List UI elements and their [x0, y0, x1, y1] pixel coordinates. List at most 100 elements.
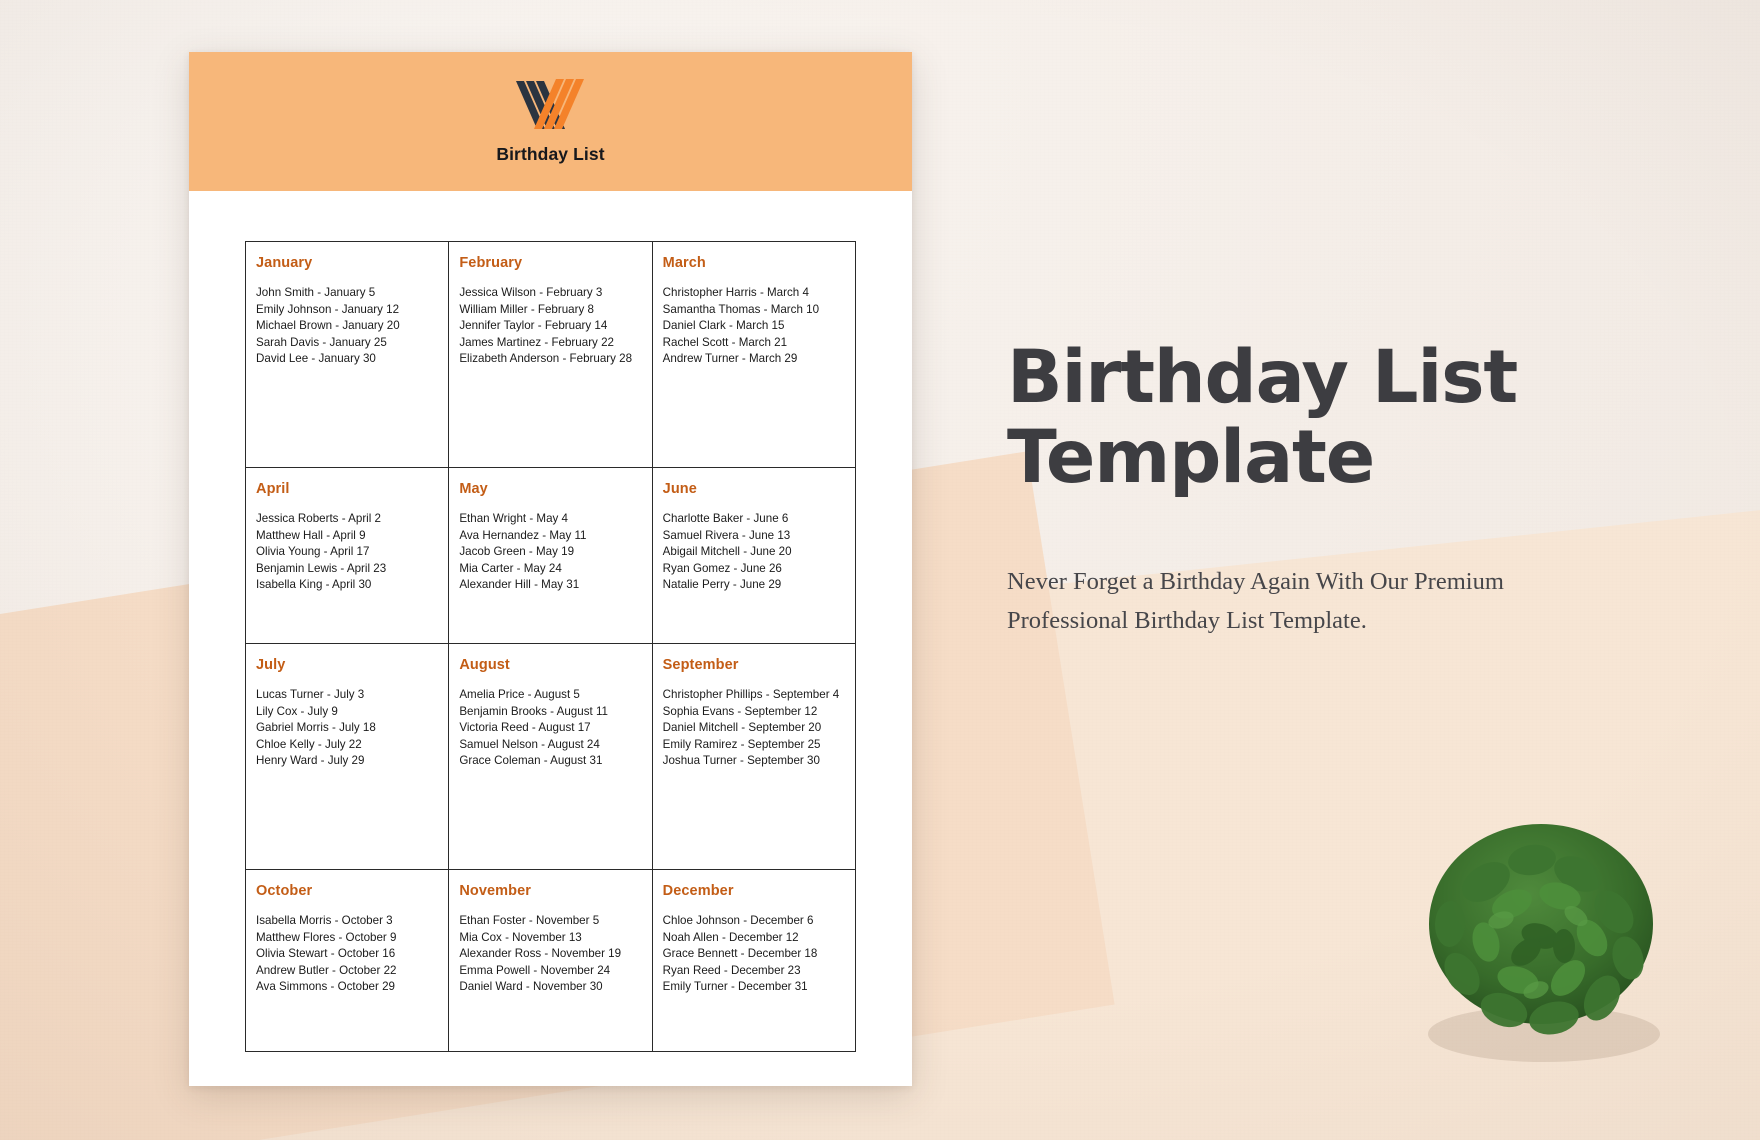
- document-header: Birthday List: [189, 52, 912, 191]
- list-item: Jennifer Taylor - February 14: [459, 319, 608, 333]
- list-item: Lily Cox - July 9: [256, 704, 338, 718]
- list-item: Ethan Foster - November 5: [459, 914, 600, 927]
- list-item: Matthew Hall - April 9: [256, 528, 366, 542]
- list-item: Ryan Reed - December 23: [662, 963, 801, 977]
- list-item: Ryan Gomez - June 26: [662, 561, 782, 575]
- list-item: Emily Turner - December 31: [662, 980, 808, 994]
- table-row: July Lucas Turner - July 3 Lily Cox - Ju…: [244, 643, 857, 870]
- month-entry-list: Christopher Harris - March 4 Samantha Th…: [663, 285, 845, 368]
- month-title: September: [662, 657, 739, 673]
- list-item: Mia Carter - May 24: [459, 561, 562, 575]
- month-entry-list: Amelia Price - August 5 Benjamin Brooks …: [459, 687, 641, 770]
- list-item: Daniel Ward - November 30: [459, 980, 603, 994]
- month-title: October: [256, 883, 313, 899]
- table-row: October Isabella Morris - October 3 Matt…: [244, 869, 857, 1052]
- list-item: Jessica Roberts - April 2: [256, 512, 382, 525]
- list-item: Victoria Reed - August 17: [459, 721, 591, 735]
- list-item: Emily Johnson - January 12: [256, 302, 400, 316]
- month-cell-april: April Jessica Roberts - April 2 Matthew …: [244, 467, 450, 644]
- list-item: Olivia Stewart - October 16: [256, 947, 396, 961]
- list-item: Abigail Mitchell - June 20: [662, 545, 792, 559]
- month-entry-list: Ethan Wright - May 4 Ava Hernandez - May…: [459, 511, 641, 594]
- list-item: Samuel Rivera - June 13: [662, 528, 791, 542]
- month-title: January: [256, 255, 313, 271]
- promo-subtitle: Never Forget a Birthday Again With Our P…: [1007, 568, 1504, 634]
- list-item: Andrew Turner - March 29: [662, 352, 798, 366]
- list-item: Sophia Evans - September 12: [662, 704, 818, 718]
- month-title: November: [459, 883, 532, 899]
- list-item: Natalie Perry - June 29: [662, 578, 782, 592]
- table-row: April Jessica Roberts - April 2 Matthew …: [244, 467, 857, 644]
- list-item: Ava Hernandez - May 11: [459, 528, 587, 542]
- list-item: William Miller - February 8: [459, 302, 594, 316]
- list-item: Isabella King - April 30: [256, 578, 372, 592]
- list-item: Gabriel Morris - July 18: [256, 721, 376, 735]
- list-item: Rachel Scott - March 21: [662, 335, 788, 349]
- list-item: Matthew Flores - October 9: [256, 930, 397, 944]
- month-title: May: [459, 481, 488, 497]
- month-title: August: [459, 657, 510, 673]
- list-item: Michael Brown - January 20: [256, 319, 400, 333]
- list-item: John Smith - January 5: [256, 286, 376, 299]
- list-item: Emma Powell - November 24: [459, 963, 611, 977]
- promo-panel: Birthday List Template Never Forget a Bi…: [1007, 338, 1667, 665]
- month-cell-december: December Chloe Johnson - December 6 Noah…: [651, 869, 857, 1052]
- list-item: Isabella Morris - October 3: [256, 914, 393, 927]
- list-item: Joshua Turner - September 30: [662, 754, 820, 768]
- list-item: Olivia Young - April 17: [256, 545, 370, 559]
- month-cell-november: November Ethan Foster - November 5 Mia C…: [448, 869, 653, 1052]
- list-item: Daniel Clark - March 15: [662, 319, 785, 333]
- month-entry-list: Jessica Wilson - February 3 William Mill…: [459, 285, 641, 368]
- list-item: James Martinez - February 22: [459, 335, 614, 349]
- month-cell-october: October Isabella Morris - October 3 Matt…: [244, 869, 450, 1052]
- month-title: February: [459, 255, 523, 271]
- list-item: Alexander Ross - November 19: [459, 947, 622, 961]
- month-cell-march: March Christopher Harris - March 4 Saman…: [651, 241, 857, 468]
- list-item: Charlotte Baker - June 6: [662, 512, 789, 525]
- month-entry-list: Isabella Morris - October 3 Matthew Flor…: [256, 913, 438, 996]
- list-item: Christopher Phillips - September 4: [662, 688, 840, 701]
- month-cell-september: September Christopher Phillips - Septemb…: [651, 643, 857, 870]
- list-item: Elizabeth Anderson - February 28: [459, 352, 633, 366]
- month-entry-list: John Smith - January 5 Emily Johnson - J…: [256, 285, 438, 368]
- month-title: April: [256, 481, 290, 497]
- table-row: January John Smith - January 5 Emily Joh…: [244, 241, 857, 468]
- list-item: Benjamin Lewis - April 23: [256, 561, 387, 575]
- month-title: March: [662, 255, 706, 271]
- list-item: Emily Ramirez - September 25: [662, 737, 821, 751]
- potted-plant-icon: [1428, 824, 1660, 1062]
- list-item: Jessica Wilson - February 3: [459, 286, 603, 299]
- list-item: Chloe Johnson - December 6: [662, 914, 814, 927]
- list-item: Mia Cox - November 13: [459, 930, 582, 944]
- list-item: Jacob Green - May 19: [459, 545, 575, 559]
- list-item: Daniel Mitchell - September 20: [662, 721, 822, 735]
- page-title: Birthday List Template: [1007, 338, 1667, 498]
- list-item: Ethan Wright - May 4: [459, 512, 569, 525]
- v-stripes-logo-icon: [515, 78, 584, 129]
- list-item: Amelia Price - August 5: [459, 688, 580, 701]
- list-item: Chloe Kelly - July 22: [256, 737, 362, 751]
- month-entry-list: Christopher Phillips - September 4 Sophi…: [663, 687, 845, 770]
- month-cell-february: February Jessica Wilson - February 3 Wil…: [448, 241, 653, 468]
- month-cell-july: July Lucas Turner - July 3 Lily Cox - Ju…: [244, 643, 450, 870]
- list-item: Andrew Butler - October 22: [256, 963, 397, 977]
- list-item: Benjamin Brooks - August 11: [459, 704, 608, 718]
- list-item: Samantha Thomas - March 10: [662, 302, 820, 316]
- promo-title-line-1: Birthday List: [1007, 335, 1518, 420]
- month-cell-june: June Charlotte Baker - June 6 Samuel Riv…: [651, 467, 857, 644]
- promo-title-line-2: Template: [1007, 415, 1375, 500]
- month-cell-august: August Amelia Price - August 5 Benjamin …: [448, 643, 653, 870]
- month-title: July: [256, 657, 286, 673]
- list-item: Lucas Turner - July 3: [256, 688, 365, 701]
- list-item: Ava Simmons - October 29: [256, 980, 395, 994]
- list-item: Alexander Hill - May 31: [459, 578, 580, 592]
- month-cell-may: May Ethan Wright - May 4 Ava Hernandez -…: [448, 467, 653, 644]
- month-entry-list: Lucas Turner - July 3 Lily Cox - July 9 …: [256, 687, 438, 770]
- month-entry-list: Chloe Johnson - December 6 Noah Allen - …: [663, 913, 845, 996]
- list-item: Grace Bennett - December 18: [662, 947, 818, 961]
- list-item: Christopher Harris - March 4: [662, 286, 809, 299]
- document-sheet: Birthday List January John Smith - Janua…: [189, 52, 912, 1086]
- month-title: December: [662, 883, 734, 899]
- list-item: Sarah Davis - January 25: [256, 335, 387, 349]
- list-item: Samuel Nelson - August 24: [459, 737, 600, 751]
